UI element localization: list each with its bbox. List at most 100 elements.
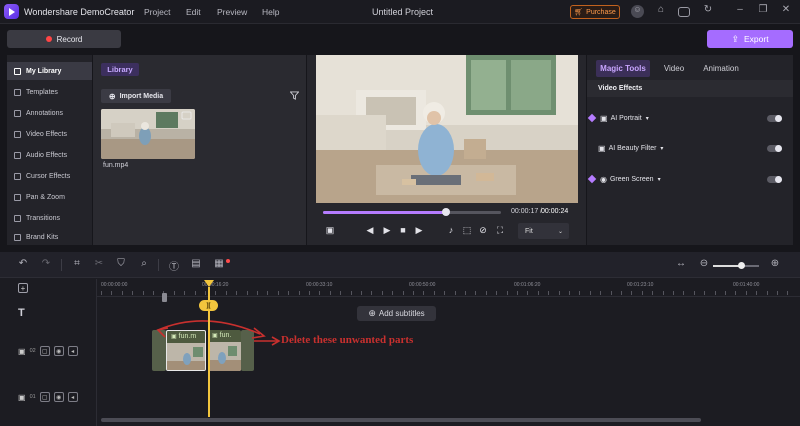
tab-animation[interactable]: Animation	[699, 60, 743, 77]
ai-beauty-filter-row[interactable]: ▣ AI Beauty Filter ▾	[587, 140, 793, 156]
playhead-top-icon[interactable]	[204, 280, 214, 287]
next-frame-icon[interactable]: ▶︎	[413, 225, 425, 236]
tab-magic-tools[interactable]: Magic Tools	[596, 60, 650, 77]
marker-handle[interactable]	[162, 293, 167, 302]
mark-icon[interactable]: ⛉	[114, 258, 128, 269]
track-number: 02	[29, 348, 36, 354]
sidebar-item-label: Templates	[26, 88, 58, 96]
zoom-in-icon[interactable]: ⊕	[768, 258, 782, 269]
crop-preview-icon[interactable]: ⬚	[461, 225, 473, 236]
eye-icon[interactable]: ◉	[53, 392, 64, 402]
ai-portrait-toggle[interactable]	[767, 114, 782, 122]
ruler-tick	[402, 291, 404, 295]
account-icon[interactable]: ☺	[631, 5, 644, 18]
play-icon[interactable]: ▶︎	[381, 225, 393, 236]
import-media-button[interactable]: ⊕ Import Media	[101, 89, 171, 103]
microphone-icon[interactable]: ⌕	[137, 258, 151, 269]
previous-frame-icon[interactable]: ◀︎	[364, 225, 376, 236]
menu-project[interactable]: Project	[144, 7, 170, 17]
text-icon[interactable]: Ⓣ	[167, 258, 181, 273]
ai-beauty-filter-label: AI Beauty Filter	[608, 144, 657, 152]
lock-icon[interactable]: ▢	[39, 392, 50, 402]
sidebar-item-my-library[interactable]: My Library	[7, 62, 92, 80]
ruler-tick	[527, 291, 529, 295]
menu-edit[interactable]: Edit	[186, 7, 201, 17]
sidebar-item-templates[interactable]: Templates	[7, 83, 92, 101]
ruler-tick	[142, 291, 144, 295]
ai-tools-icon[interactable]: ▦	[212, 258, 226, 269]
ruler-tick	[444, 291, 446, 295]
record-button[interactable]: Record	[7, 30, 121, 48]
close-icon[interactable]: ✕	[779, 4, 793, 15]
zoom-out-icon[interactable]: ⊖	[697, 258, 711, 269]
video-preview[interactable]	[316, 55, 578, 203]
menu-preview[interactable]: Preview	[217, 7, 247, 17]
stop-icon[interactable]: ■	[397, 225, 409, 235]
add-subtitles-button[interactable]: ⊕ Add subtitles	[357, 306, 436, 321]
snapshot-icon[interactable]: ▣	[324, 225, 336, 236]
speaker-icon[interactable]: ◂	[67, 346, 78, 356]
fit-select[interactable]: Fit ⌄	[518, 223, 569, 239]
sidebar-item-brand-kits[interactable]: Brand Kits	[7, 230, 92, 244]
export-label: Export	[743, 34, 769, 44]
ruler-tick	[350, 291, 352, 295]
sync-icon[interactable]: ↻	[701, 4, 715, 15]
ruler-tick	[371, 291, 373, 295]
menu-help[interactable]: Help	[262, 7, 279, 17]
ruler-tick	[683, 291, 685, 295]
ruler-label: 00:00:33:10	[306, 282, 333, 288]
ruler-tick	[246, 291, 248, 295]
ruler-tick	[558, 291, 560, 295]
ruler-tick	[121, 291, 123, 295]
safe-zone-icon[interactable]: ⊘	[477, 225, 489, 236]
video-effects-icon	[14, 130, 21, 138]
green-screen-row[interactable]: ◉ Green Screen ▾	[587, 171, 793, 187]
filter-icon[interactable]	[290, 91, 299, 100]
toolbar-divider	[158, 259, 159, 271]
fullscreen-icon[interactable]: ⛶	[494, 225, 506, 236]
ruler-tick	[548, 291, 550, 295]
lock-icon[interactable]: ▢	[39, 346, 50, 356]
playhead-split-tag[interactable]: ][	[199, 300, 218, 311]
time-separator: /	[540, 208, 542, 215]
sidebar-item-pan-zoom[interactable]: Pan & Zoom	[7, 188, 92, 206]
ai-beauty-filter-toggle[interactable]	[767, 144, 782, 152]
timeline-scrollbar[interactable]	[101, 418, 701, 422]
minimize-icon[interactable]: –	[733, 4, 747, 15]
record-dot-icon	[45, 36, 52, 42]
crop-icon[interactable]: ⌗	[70, 258, 84, 269]
undo-icon[interactable]: ↶	[16, 258, 30, 269]
video-effects-header: Video Effects	[587, 80, 793, 97]
eye-icon[interactable]: ◉	[53, 346, 64, 356]
message-icon[interactable]	[678, 7, 690, 17]
sidebar-item-audio-effects[interactable]: Audio Effects	[7, 146, 92, 164]
add-subtitles-label: Add subtitles	[378, 309, 425, 318]
split-icon[interactable]: ✂︎	[92, 258, 106, 269]
library-tag[interactable]: Library	[101, 63, 139, 76]
learning-icon[interactable]: ⌂	[654, 4, 668, 15]
tab-video[interactable]: Video	[660, 60, 688, 77]
ai-portrait-row[interactable]: ▣ AI Portrait ▾	[587, 110, 793, 126]
ruler-tick	[288, 291, 290, 295]
playback-scrubber-handle[interactable]	[441, 208, 450, 216]
volume-icon[interactable]: ♪	[445, 225, 457, 235]
green-screen-toggle[interactable]	[767, 175, 782, 183]
sidebar-item-transitions[interactable]: Transitions	[7, 209, 92, 227]
ruler-tick	[340, 291, 342, 295]
zoom-slider-handle[interactable]	[737, 262, 745, 269]
sidebar-item-video-effects[interactable]: Video Effects	[7, 125, 92, 143]
ruler-tick	[413, 291, 414, 295]
add-track-icon[interactable]: +	[18, 283, 28, 293]
sidebar-item-label: Audio Effects	[26, 151, 68, 159]
sidebar-item-annotations[interactable]: Annotations	[7, 104, 92, 122]
sidebar-item-cursor-effects[interactable]: Cursor Effects	[7, 167, 92, 185]
fit-timeline-icon[interactable]: ↔	[674, 258, 688, 269]
media-thumbnail[interactable]	[101, 109, 195, 159]
redo-icon[interactable]: ↷	[39, 258, 53, 269]
purchase-button[interactable]: 🛒︎ Purchase	[570, 5, 620, 19]
speaker-icon[interactable]: ◂	[67, 392, 78, 402]
maximize-icon[interactable]: ❐	[756, 4, 770, 15]
export-button[interactable]: ⇪ Export	[707, 30, 793, 48]
ruler-tick	[496, 291, 498, 295]
speech-to-text-icon[interactable]: ▤	[189, 258, 203, 269]
